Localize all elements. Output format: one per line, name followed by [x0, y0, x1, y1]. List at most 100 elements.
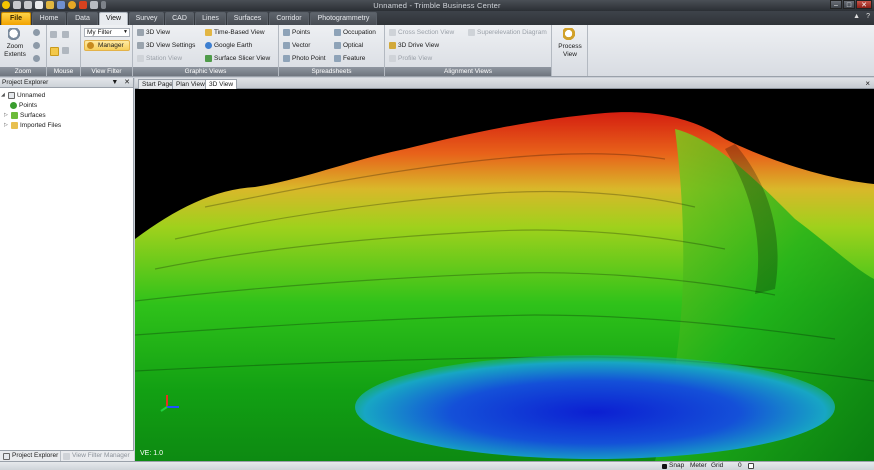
cube-icon: [137, 29, 144, 36]
zoom-out-icon[interactable]: [33, 42, 40, 49]
optical-spreadsheet-button[interactable]: Optical: [334, 41, 363, 50]
view-filter-select[interactable]: My Filter ▼: [84, 28, 130, 37]
clock-icon: [205, 29, 212, 36]
manager-label: Manager: [98, 42, 124, 49]
superelevation-diagram-button[interactable]: Superelevation Diagram: [468, 28, 547, 37]
gear-icon: [137, 42, 144, 49]
view-filter-value: My Filter: [87, 29, 112, 36]
grid-label: Grid: [711, 462, 724, 469]
document-tab-bar: Start Page Plan View 3D View ×: [135, 78, 874, 89]
tab-lines[interactable]: Lines: [195, 12, 226, 25]
zoom-in-icon[interactable]: [33, 29, 40, 36]
tab-project-explorer[interactable]: Project Explorer: [1, 451, 59, 461]
superelevation-diagram-label: Superelevation Diagram: [477, 29, 547, 36]
tab-start-page[interactable]: Start Page: [138, 79, 177, 89]
profile-view-label: Profile View: [398, 55, 433, 62]
snap-icon: [662, 463, 667, 469]
expand-arrow-icon[interactable]: ▷: [4, 121, 9, 130]
snap-toggle[interactable]: Snap: [662, 462, 684, 470]
ribbon-tab-bar: File Home Data View Survey CAD Lines Sur…: [0, 11, 874, 25]
pan-icon[interactable]: [50, 31, 57, 38]
units-indicator[interactable]: Meter: [690, 462, 707, 470]
layout-icon[interactable]: [748, 463, 754, 469]
group-process-view: Process View: [552, 25, 588, 76]
maximize-button[interactable]: □: [843, 0, 855, 9]
project-explorer-title: Project Explorer: [2, 79, 49, 86]
group-spreadsheets: Points Vector Photo Point Occupation Opt…: [279, 25, 385, 76]
3d-view-button[interactable]: 3D View: [137, 28, 170, 37]
3d-view-settings-button[interactable]: 3D View Settings: [137, 41, 195, 50]
tab-survey[interactable]: Survey: [129, 12, 164, 25]
tab-data[interactable]: Data: [67, 12, 98, 25]
view-filter-manager-button[interactable]: Manager: [84, 40, 130, 51]
optical-label: Optical: [343, 42, 364, 49]
terrain-3d-viewport[interactable]: [135, 89, 874, 461]
process-view-icon: [563, 28, 577, 42]
photo-point-label: Photo Point: [292, 55, 326, 62]
help-icon[interactable]: ?: [866, 13, 870, 20]
expand-arrow-icon[interactable]: ▷: [4, 111, 9, 120]
close-button[interactable]: ✕: [856, 0, 872, 9]
points-icon: [283, 29, 290, 36]
feature-icon: [334, 55, 341, 62]
3d-view-settings-label: 3D View Settings: [146, 42, 196, 49]
vector-icon: [283, 42, 290, 49]
process-view-label: Process View: [558, 43, 582, 58]
process-view-button[interactable]: Process View: [555, 28, 585, 59]
zoom-extents-button[interactable]: Zoom Extents: [2, 28, 28, 59]
group-label-mouse: Mouse: [47, 67, 80, 76]
select-mode-icon[interactable]: [50, 47, 59, 56]
vertical-exaggeration-label: VE: 1.0: [140, 450, 163, 457]
station-view-label: Station View: [146, 55, 183, 62]
status-value: 0: [738, 462, 742, 470]
orbit-icon[interactable]: [62, 47, 69, 54]
tab-project-explorer-label: Project Explorer: [12, 452, 59, 459]
surface-slicer-view-button[interactable]: Surface Slicer View: [205, 54, 270, 63]
occupation-spreadsheet-button[interactable]: Occupation: [334, 28, 376, 37]
tree-item-imported-files[interactable]: ▷ Imported Files: [4, 121, 61, 130]
tab-corridor[interactable]: Corridor: [269, 12, 309, 25]
vector-spreadsheet-button[interactable]: Vector: [283, 41, 310, 50]
zoom-window-icon[interactable]: [33, 55, 40, 62]
grid-toggle[interactable]: Grid: [711, 462, 723, 470]
project-explorer-panel: Project Explorer ▼ ✕ ◢ Unnamed Points ▷ …: [0, 78, 134, 461]
tab-view-filter-manager[interactable]: View Filter Manager: [60, 451, 132, 461]
profile-view-button[interactable]: Profile View: [389, 54, 432, 63]
project-icon: [8, 92, 15, 99]
3d-drive-view-button[interactable]: 3D Drive View: [389, 41, 439, 50]
tab-photogrammetry[interactable]: Photogrammetry: [310, 12, 377, 25]
collapse-arrow-icon[interactable]: ◢: [1, 91, 6, 100]
time-based-view-button[interactable]: Time-Based View: [205, 28, 265, 37]
rotate-icon[interactable]: [62, 31, 69, 38]
tree-item-points[interactable]: Points: [10, 101, 37, 110]
points-spreadsheet-button[interactable]: Points: [283, 28, 310, 37]
camera-icon: [283, 55, 290, 62]
panel-menu-icon[interactable]: ▼: [111, 79, 118, 86]
tab-file[interactable]: File: [1, 12, 31, 25]
panel-bottom-tabs: Project Explorer View Filter Manager: [0, 450, 134, 461]
project-icon: [3, 453, 10, 460]
tab-3d-view[interactable]: 3D View: [205, 79, 238, 89]
tree-root-unnamed[interactable]: ◢ Unnamed: [1, 91, 45, 100]
tab-surfaces[interactable]: Surfaces: [227, 12, 268, 25]
panel-close-icon[interactable]: ✕: [124, 79, 130, 86]
feature-spreadsheet-button[interactable]: Feature: [334, 54, 365, 63]
tab-view[interactable]: View: [99, 12, 128, 25]
tab-home[interactable]: Home: [32, 12, 66, 25]
station-view-button[interactable]: Station View: [137, 54, 182, 63]
google-earth-button[interactable]: Google Earth: [205, 41, 252, 50]
tree-item-points-label: Points: [19, 102, 38, 109]
surfaces-icon: [11, 112, 18, 119]
close-document-icon[interactable]: ×: [865, 78, 870, 89]
collapse-ribbon-icon[interactable]: ▲: [853, 13, 860, 20]
tab-cad[interactable]: CAD: [165, 12, 194, 25]
cross-section-view-button[interactable]: Cross Section View: [389, 28, 454, 37]
globe-icon: [205, 42, 212, 49]
tree-item-surfaces[interactable]: ▷ Surfaces: [4, 111, 46, 120]
window-title: Unnamed - Trimble Business Center: [373, 1, 501, 10]
minimize-button[interactable]: –: [830, 0, 842, 9]
photo-point-spreadsheet-button[interactable]: Photo Point: [283, 54, 326, 63]
group-label-zoom: Zoom: [0, 67, 46, 76]
group-mouse: Mouse: [47, 25, 81, 76]
tab-plan-view[interactable]: Plan View: [172, 79, 209, 89]
